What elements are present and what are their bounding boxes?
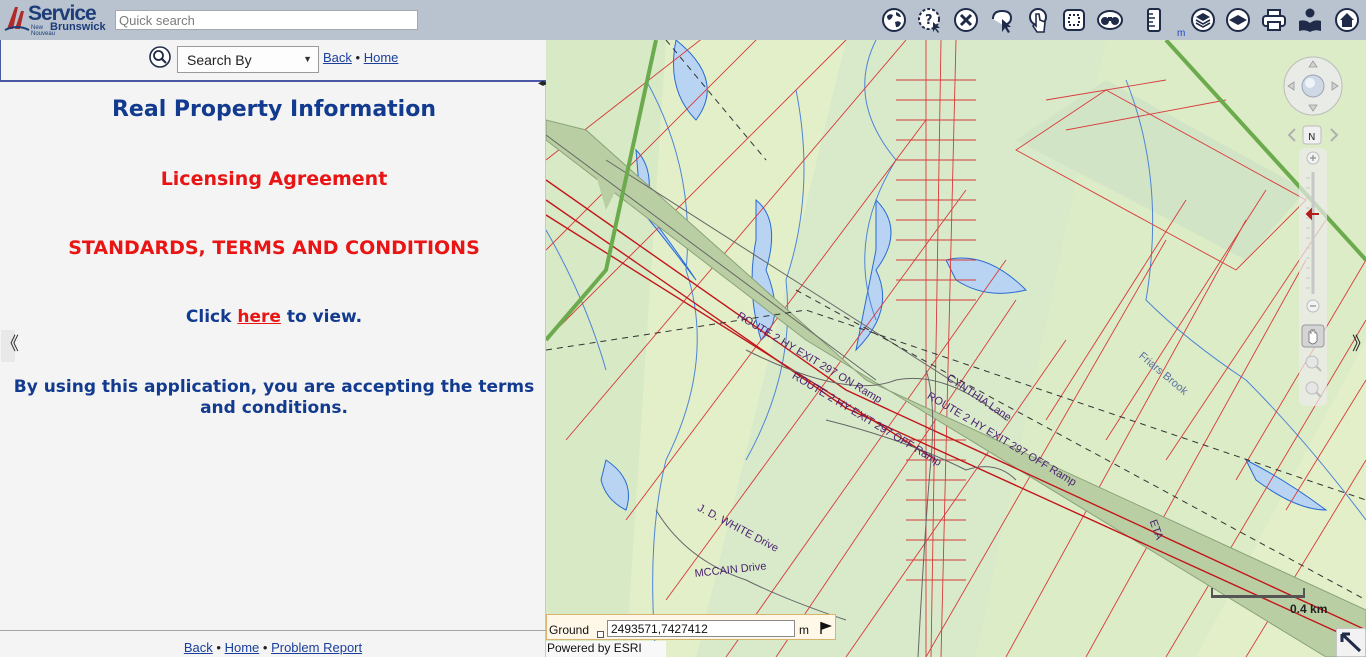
- map-view[interactable]: ROUTE 2 HY EXIT 297 ON Ramp ROUTE 2 HY E…: [546, 40, 1366, 657]
- footer-links: Back • Home • Problem Report: [0, 630, 546, 657]
- coord-label: Ground: [549, 623, 590, 637]
- globe-icon[interactable]: [880, 6, 908, 34]
- licensing-heading: Licensing Agreement: [160, 168, 388, 190]
- coordinate-box: Ground m: [546, 614, 836, 640]
- left-panel: Search By ▼ Back • Home ◂▸ Real Property…: [0, 40, 548, 657]
- expand-panel-icon[interactable]: 》: [1352, 330, 1366, 356]
- click-suffix: to view.: [286, 307, 363, 327]
- top-toolbar: Service NewNouveau Brunswick ? m: [0, 0, 1366, 40]
- page-title: Real Property Information: [111, 97, 437, 122]
- rotate-control[interactable]: N: [1283, 124, 1343, 146]
- print-icon[interactable]: [1260, 6, 1288, 34]
- help-cursor-icon[interactable]: ?: [916, 6, 944, 34]
- coord-options-icon[interactable]: [597, 631, 604, 638]
- binoculars-icon[interactable]: [1096, 6, 1124, 34]
- search-by-select[interactable]: Search By ▼: [177, 46, 319, 73]
- scale-label: 0.4 km: [1290, 602, 1328, 616]
- full-extent-icon[interactable]: [1060, 6, 1088, 34]
- search-by-value: Search By: [187, 52, 252, 68]
- select-icon[interactable]: [988, 6, 1016, 34]
- svg-text:?: ?: [925, 13, 933, 28]
- quick-search-input[interactable]: [115, 10, 418, 30]
- standards-heading: STANDARDS, TERMS AND CONDITIONS: [68, 237, 480, 259]
- unit-indicator: m: [1177, 28, 1186, 39]
- click-prefix: Click: [185, 307, 232, 327]
- home-icon[interactable]: [1333, 6, 1361, 34]
- scale-bar: [1211, 588, 1305, 598]
- coordinate-input[interactable]: [607, 620, 795, 637]
- touch-icon[interactable]: [1024, 6, 1052, 34]
- zoom-slider[interactable]: [1299, 148, 1327, 406]
- ruler-icon[interactable]: [1140, 6, 1168, 34]
- back-link[interactable]: Back: [323, 50, 352, 65]
- coord-unit: m: [799, 623, 809, 637]
- search-bar: Search By ▼ Back • Home: [0, 40, 546, 82]
- click-to-view-text: Click here to view.: [0, 307, 548, 327]
- compass-north-label: N: [1308, 132, 1315, 143]
- go-to-coordinate-icon[interactable]: [819, 621, 833, 635]
- here-link[interactable]: here: [237, 307, 281, 327]
- powered-by-esri: Powered by ESRI: [546, 641, 666, 657]
- problem-report-link[interactable]: Problem Report: [271, 640, 362, 655]
- map-canvas[interactable]: [546, 40, 1366, 657]
- footer-back-link[interactable]: Back: [184, 640, 213, 655]
- accept-terms-text: By using this application, you are accep…: [13, 377, 535, 418]
- collapse-panel-icon[interactable]: 《: [1, 330, 19, 362]
- nav-separator: •: [355, 50, 361, 65]
- search-icon[interactable]: [149, 46, 171, 68]
- clear-icon[interactable]: [952, 6, 980, 34]
- logo-brunswick-text: Brunswick: [50, 21, 106, 33]
- footer-separator: •: [262, 640, 268, 655]
- footer-separator: •: [216, 640, 221, 655]
- dropdown-arrow-icon: ▼: [303, 54, 312, 64]
- reader-icon[interactable]: [1296, 6, 1324, 34]
- home-link[interactable]: Home: [364, 50, 399, 65]
- basemap-icon[interactable]: [1224, 6, 1252, 34]
- top-nav-links: Back • Home: [323, 50, 398, 65]
- layers-icon[interactable]: [1189, 6, 1217, 34]
- service-nb-logo[interactable]: Service New Nouveau Brunswick: [4, 2, 106, 37]
- footer-home-link[interactable]: Home: [225, 640, 260, 655]
- expand-map-icon[interactable]: [1336, 628, 1366, 657]
- pan-control[interactable]: [1283, 56, 1343, 116]
- logo-emblem-icon: [4, 7, 30, 31]
